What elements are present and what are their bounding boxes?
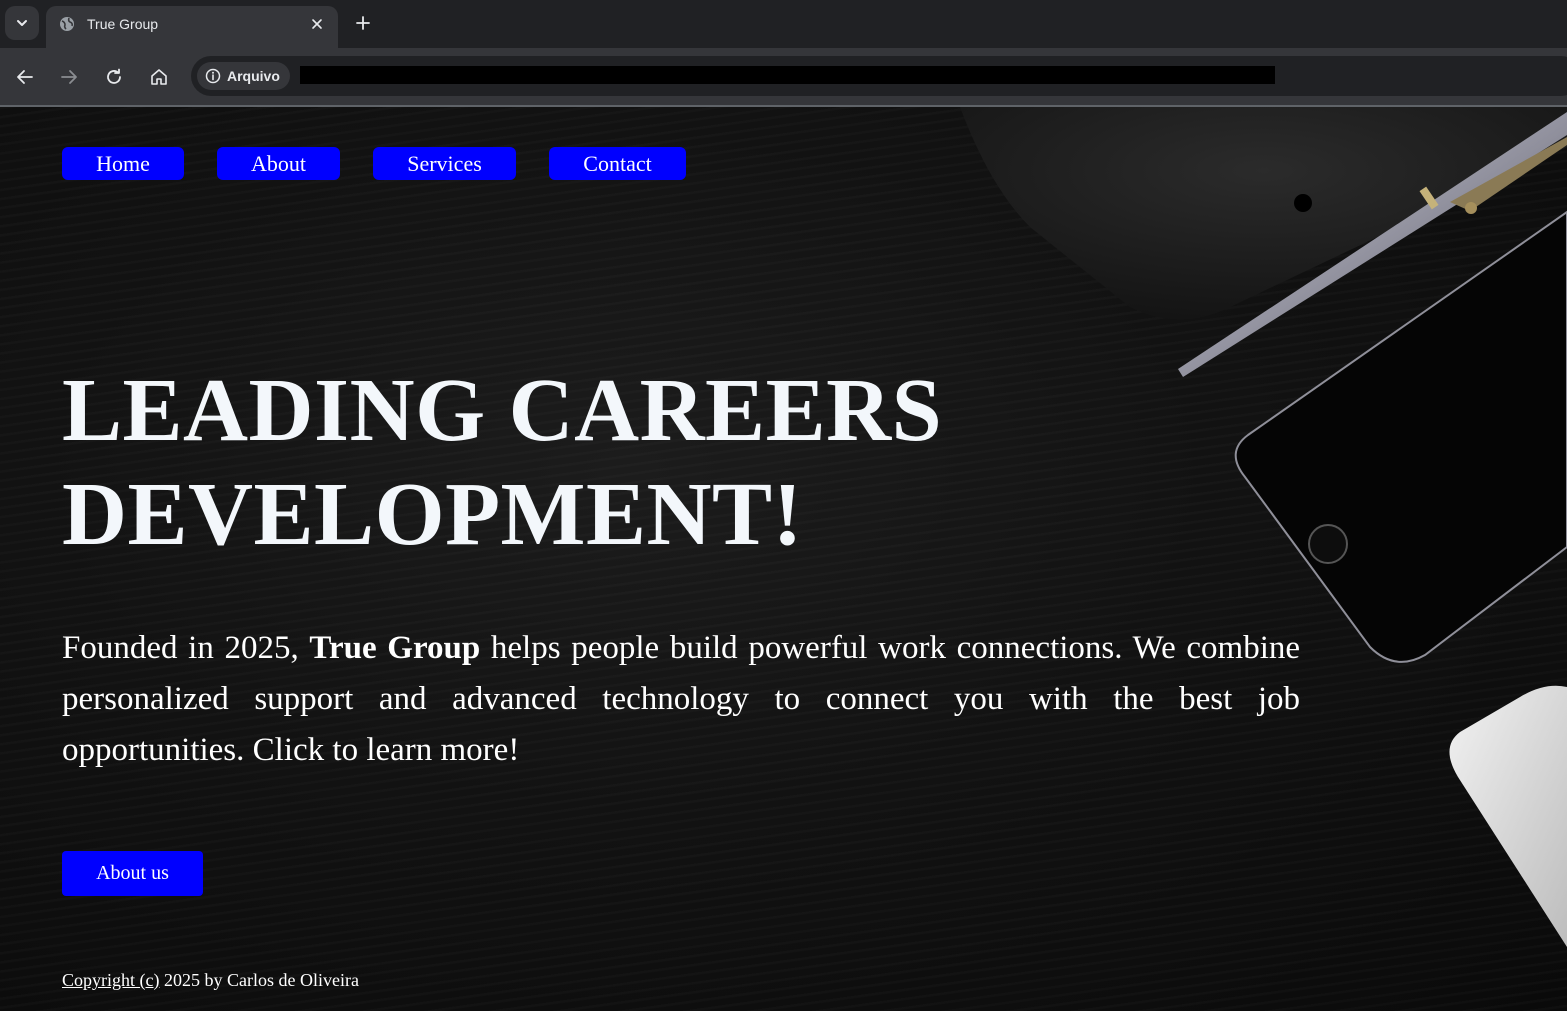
- forward-button[interactable]: [54, 62, 84, 92]
- close-icon: [312, 19, 322, 29]
- tab-search-button[interactable]: [5, 6, 39, 40]
- hero-text-intro: Founded in 2025,: [62, 630, 310, 666]
- notebook-dot: [1294, 194, 1312, 212]
- browser-tab[interactable]: True Group: [46, 6, 338, 48]
- hero-description: Founded in 2025, True Group helps people…: [62, 623, 1300, 776]
- url-text-redacted[interactable]: [300, 66, 1275, 84]
- arrow-left-icon: [17, 70, 33, 84]
- tab-strip: True Group: [0, 0, 1567, 48]
- site-chip-label: Arquivo: [227, 68, 280, 84]
- page-viewport: Home About Services Contact LEADING CARE…: [0, 107, 1567, 1011]
- tab-close-button[interactable]: [306, 13, 328, 35]
- back-button[interactable]: [10, 62, 40, 92]
- home-icon: [151, 69, 167, 85]
- home-button[interactable]: [144, 62, 174, 92]
- plus-icon: [356, 16, 370, 30]
- hero-company-name: True Group: [309, 630, 481, 666]
- new-tab-button[interactable]: [350, 10, 376, 36]
- laptop-corner: [1449, 685, 1567, 947]
- arrow-right-icon: [61, 70, 77, 84]
- browser-toolbar: Arquivo: [0, 48, 1567, 106]
- hero-title-line2: DEVELOPMENT!: [62, 465, 804, 564]
- hero-title: LEADING CAREERS DEVELOPMENT!: [62, 359, 1062, 567]
- globe-icon: [60, 17, 74, 31]
- copyright-link[interactable]: Copyright (c): [62, 970, 159, 990]
- pen-clip-knob: [1465, 202, 1477, 214]
- nav-home-button[interactable]: Home: [62, 147, 184, 180]
- reload-icon: [107, 68, 121, 84]
- footer: Copyright (c) 2025 by Carlos de Oliveira: [62, 970, 359, 991]
- phone-home-button: [1308, 524, 1348, 564]
- site-info-chip[interactable]: Arquivo: [197, 62, 290, 90]
- tab-title: True Group: [87, 16, 159, 32]
- reload-button[interactable]: [99, 62, 129, 92]
- nav-about-button[interactable]: About: [217, 147, 340, 180]
- about-us-button[interactable]: About us: [62, 851, 203, 896]
- hero-title-line1: LEADING CAREERS: [62, 361, 943, 460]
- nav-services-button[interactable]: Services: [373, 147, 516, 180]
- chevron-down-icon: [17, 20, 27, 26]
- address-bar[interactable]: Arquivo: [191, 56, 1567, 96]
- footer-text: 2025 by Carlos de Oliveira: [159, 970, 359, 990]
- info-icon: [205, 68, 221, 84]
- nav-contact-button[interactable]: Contact: [549, 147, 686, 180]
